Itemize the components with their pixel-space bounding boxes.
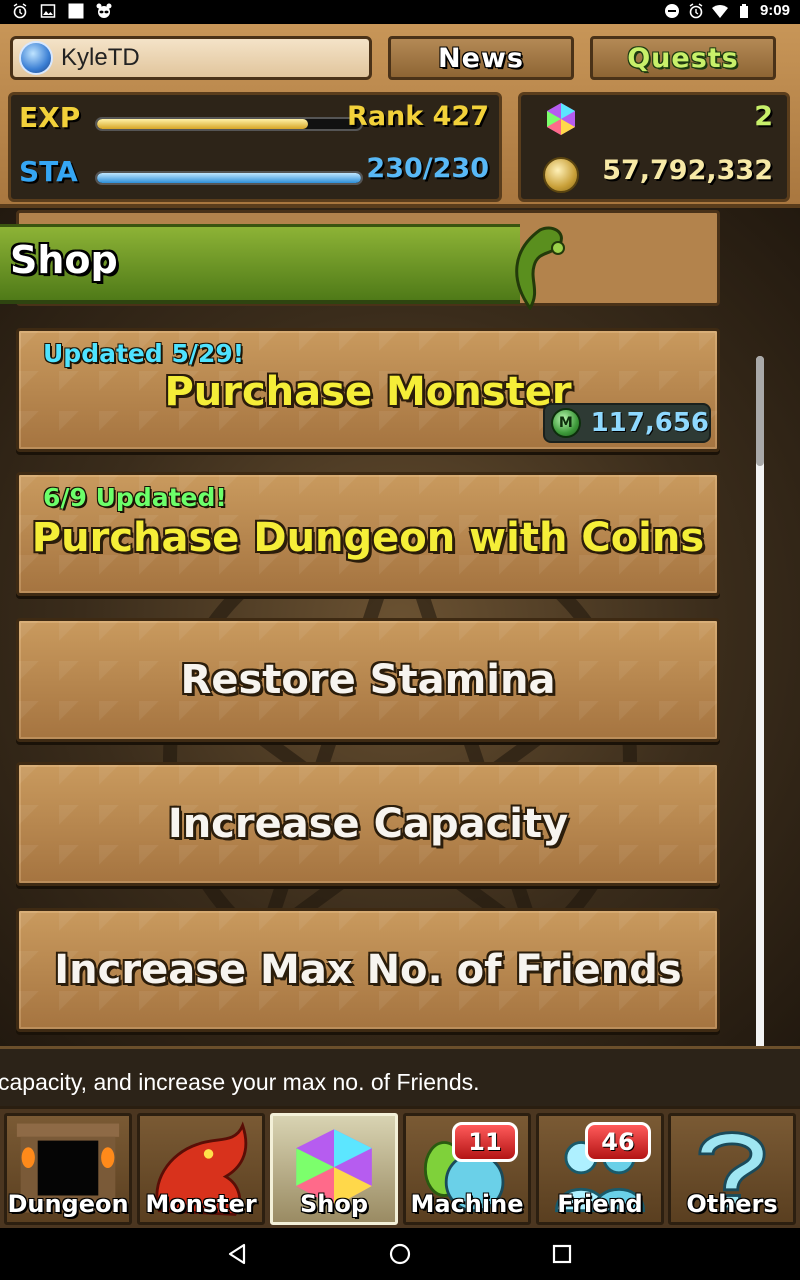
exp-bar-fill bbox=[97, 119, 309, 129]
menu-label: Increase Capacity bbox=[167, 801, 569, 847]
nav-friend[interactable]: 46 Friend bbox=[536, 1113, 664, 1225]
battery-icon bbox=[739, 3, 748, 18]
exp-bar bbox=[95, 117, 363, 131]
nav-monster[interactable]: Monster bbox=[137, 1113, 265, 1225]
coin-count: 57,792,332 bbox=[602, 155, 773, 186]
raccoon-icon bbox=[96, 3, 112, 18]
player-header: KyleTD News Quests EXP Rank 427 STA 230/… bbox=[0, 24, 800, 208]
menu-label: Purchase Dungeon with Coins bbox=[31, 515, 705, 561]
updated-tag: Updated 5/29! bbox=[43, 339, 245, 368]
nav-label: Machine bbox=[410, 1190, 524, 1218]
increase-capacity-button[interactable]: Increase Capacity bbox=[16, 762, 720, 886]
ticker-text: capacity, and increase your max no. of F… bbox=[0, 1069, 480, 1095]
friend-badge: 46 bbox=[585, 1122, 651, 1162]
alarm-icon bbox=[689, 2, 703, 18]
stats-panel: EXP Rank 427 STA 230/230 bbox=[8, 92, 502, 202]
magic-stone-icon bbox=[547, 103, 575, 135]
stamina-text: 230/230 bbox=[366, 153, 489, 184]
stamina-bar-fill bbox=[97, 173, 361, 183]
nav-label: Monster bbox=[145, 1190, 257, 1218]
game-screen: KyleTD News Quests EXP Rank 427 STA 230/… bbox=[0, 24, 800, 1228]
monster-points-badge: M 117,656 bbox=[543, 403, 711, 443]
monster-point-icon: M bbox=[551, 408, 581, 438]
coin-icon bbox=[543, 157, 579, 193]
bottom-nav: Dungeon Monster Shop 11 Machine 46 Frien… bbox=[0, 1106, 800, 1228]
nav-label: Friend bbox=[557, 1190, 643, 1218]
page-title: Shop bbox=[10, 238, 118, 282]
alarm-icon bbox=[13, 3, 27, 19]
minus-circle-icon bbox=[664, 3, 679, 18]
quests-button[interactable]: Quests bbox=[590, 36, 776, 80]
restore-stamina-button[interactable]: Restore Stamina bbox=[16, 618, 720, 742]
magic-stone-count: 2 bbox=[754, 101, 773, 132]
username: KyleTD bbox=[61, 44, 140, 71]
purchase-monster-button[interactable]: Updated 5/29! Purchase Monster M 117,656 bbox=[16, 328, 720, 452]
updated-tag: 6/9 Updated! bbox=[43, 483, 227, 512]
purchase-dungeon-button[interactable]: 6/9 Updated! Purchase Dungeon with Coins bbox=[16, 472, 720, 596]
square-icon bbox=[68, 3, 84, 19]
recents-icon[interactable] bbox=[548, 1240, 576, 1268]
wifi-icon bbox=[711, 4, 728, 18]
nav-machine[interactable]: 11 Machine bbox=[403, 1113, 531, 1225]
home-icon[interactable] bbox=[386, 1240, 414, 1268]
system-nav-bar bbox=[0, 1228, 800, 1280]
machine-badge: 11 bbox=[452, 1122, 518, 1162]
player-orb-icon bbox=[19, 41, 53, 75]
image-icon bbox=[40, 4, 56, 18]
news-button[interactable]: News bbox=[388, 36, 574, 80]
info-ticker: capacity, and increase your max no. of F… bbox=[0, 1046, 800, 1106]
monster-points-value: 117,656 bbox=[590, 408, 709, 438]
nav-label: Others bbox=[686, 1190, 778, 1218]
currency-panel: 2 57,792,332 bbox=[518, 92, 790, 202]
exp-label: EXP bbox=[19, 101, 81, 134]
sta-label: STA bbox=[19, 155, 78, 188]
nav-label: Dungeon bbox=[7, 1190, 129, 1218]
rank-text: Rank 427 bbox=[347, 101, 489, 132]
clock: 9:09 bbox=[759, 2, 790, 19]
menu-label: Restore Stamina bbox=[180, 657, 556, 703]
nav-shop[interactable]: Shop bbox=[270, 1113, 398, 1225]
stamina-bar bbox=[95, 171, 363, 185]
status-bar: 9:09 bbox=[0, 0, 800, 24]
nav-dungeon[interactable]: Dungeon bbox=[4, 1113, 132, 1225]
menu-label: Increase Max No. of Friends bbox=[54, 947, 682, 993]
nav-label: Shop bbox=[299, 1190, 369, 1218]
back-icon[interactable] bbox=[224, 1240, 252, 1268]
increase-friends-button[interactable]: Increase Max No. of Friends bbox=[16, 908, 720, 1032]
leaf-icon bbox=[515, 226, 565, 310]
player-name-box[interactable]: KyleTD bbox=[10, 36, 372, 80]
nav-others[interactable]: Others bbox=[668, 1113, 796, 1225]
scrollbar-thumb[interactable] bbox=[756, 356, 764, 466]
